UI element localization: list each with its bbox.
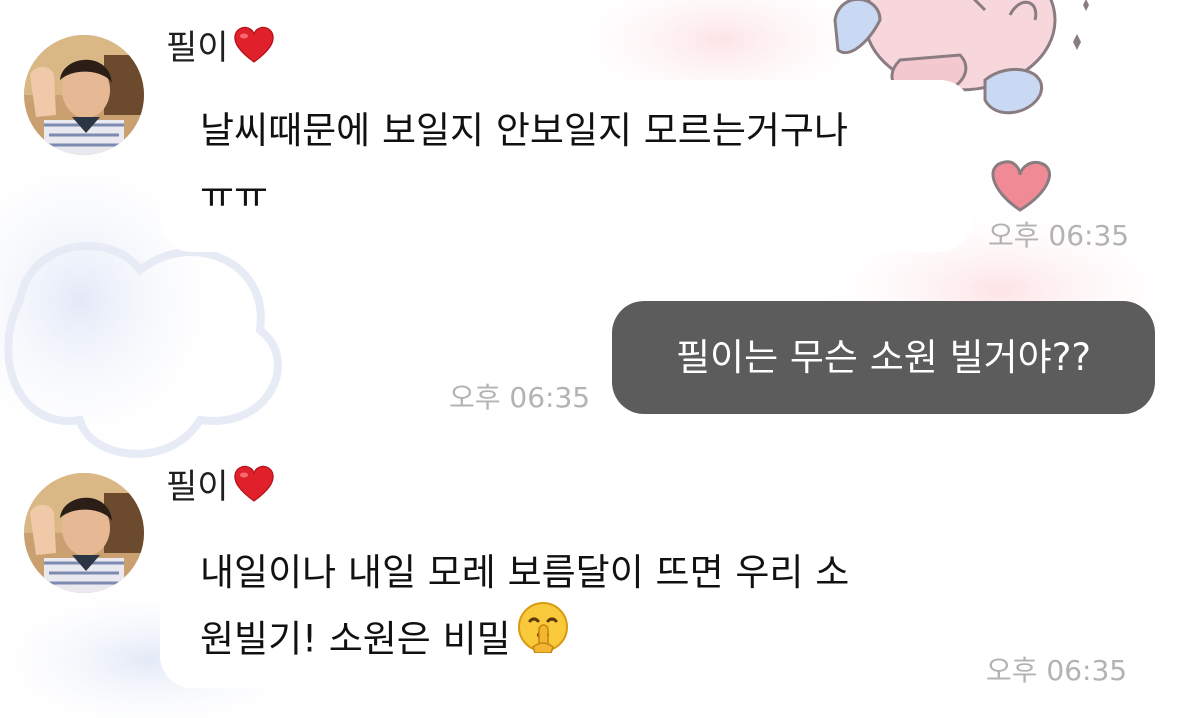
red-heart-icon [233, 465, 275, 509]
message-timestamp: 오후 06:35 [988, 219, 1130, 252]
message-line: 내일이나 내일 모레 보름달이 뜨면 우리 소 [200, 551, 850, 594]
sender-avatar[interactable] [24, 473, 144, 593]
sender-name: 필이 [166, 465, 275, 509]
sender-name: 필이 [166, 26, 275, 70]
incoming-message-bubble[interactable]: 내일이나 내일 모레 보름달이 뜨면 우리 소 원빌기! 소원은 비밀 [160, 518, 972, 688]
sender-name-text: 필이 [166, 28, 229, 68]
shushing-face-icon [517, 601, 569, 673]
incoming-message-bubble[interactable]: 날씨때문에 보일지 안보일지 모르는거구나 ㅠㅠ [160, 80, 972, 252]
message-line: 날씨때문에 보일지 안보일지 모르는거구나 [200, 109, 849, 152]
message-line: ㅠㅠ [200, 174, 269, 217]
avatar-photo [24, 473, 144, 593]
red-heart-icon [233, 26, 275, 70]
message-timestamp: 오후 06:35 [986, 654, 1128, 687]
sender-name-text: 필이 [166, 467, 229, 507]
message-line-with-emoji: 원빌기! 소원은 비밀 [200, 602, 972, 677]
outgoing-message-bubble[interactable]: 필이는 무슨 소원 빌거야?? [612, 301, 1155, 414]
message-timestamp: 오후 06:35 [449, 381, 591, 414]
message-text: 필이는 무슨 소원 빌거야?? [676, 336, 1091, 379]
avatar-photo [24, 35, 144, 155]
sender-avatar[interactable] [24, 35, 144, 155]
message-line: 원빌기! 소원은 비밀 [200, 617, 511, 661]
